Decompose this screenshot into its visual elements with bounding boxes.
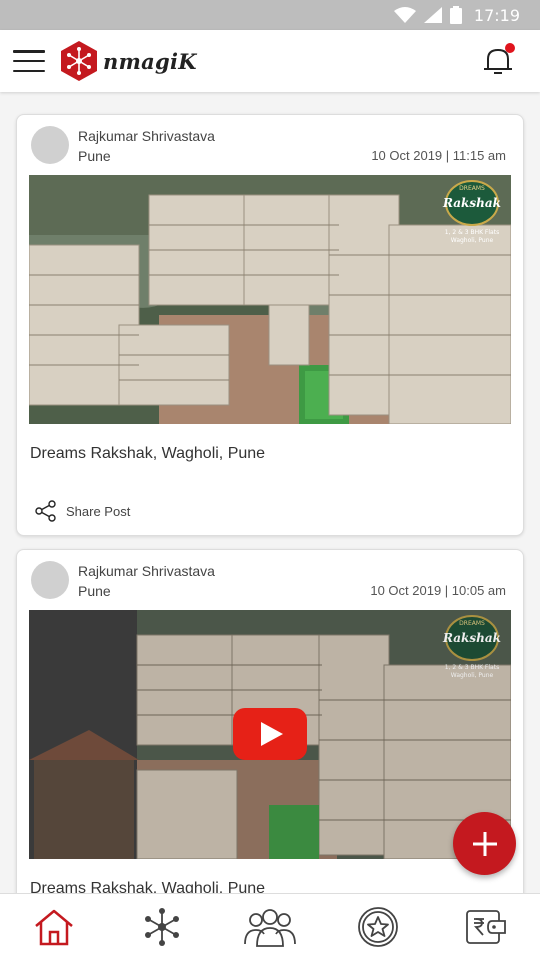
post-city: Pune [78,583,111,599]
post-video[interactable]: DREAMS Rakshak 1, 2 & 3 BHK Flats Waghol… [29,610,511,859]
home-icon [35,909,73,946]
logo-text: nmagiK [103,48,197,74]
add-post-button[interactable] [453,812,516,875]
rupee-wallet-icon [466,910,506,944]
share-post-label: Share Post [66,503,131,519]
share-icon [35,500,56,522]
plus-icon [472,831,497,856]
badge-top-text: DREAMS [459,620,485,627]
people-group-icon [244,909,296,947]
wifi-icon [393,7,416,23]
star-badge-icon [358,907,398,947]
hamburger-icon [13,50,45,53]
unread-dot [505,43,515,53]
post-feed[interactable]: Rajkumar Shrivastava Pune 10 Oct 2019 | … [0,92,540,893]
play-video-button[interactable] [233,708,307,760]
share-post-button[interactable]: Share Post [35,500,130,522]
nav-favorites[interactable] [348,897,408,957]
badge-top-text: DREAMS [459,185,485,192]
post-card[interactable]: Rajkumar Shrivastava Pune 10 Oct 2019 | … [16,549,524,893]
project-badge: DREAMS Rakshak 1, 2 & 3 BHK Flats Waghol… [442,615,501,679]
post-card[interactable]: Rajkumar Shrivastava Pune 10 Oct 2019 | … [16,114,524,536]
battery-icon [449,6,462,24]
nav-network[interactable] [132,897,192,957]
post-author[interactable]: Rajkumar Shrivastava [78,563,215,579]
badge-name-text: Rakshak [442,196,501,210]
avatar[interactable] [31,126,69,164]
signal-icon [423,7,442,23]
badge-flats-text: 1, 2 & 3 BHK Flats [445,664,499,671]
app-bar: nmagiK [0,30,540,92]
badge-flats-text: 1, 2 & 3 BHK Flats [445,229,499,236]
post-datetime: 10 Oct 2019 | 11:15 am [371,148,506,163]
badge-location-text: Wagholi, Pune [451,237,494,244]
nav-community[interactable] [240,897,300,957]
status-bar: 17:19 [0,0,540,30]
status-time: 17:19 [473,5,520,25]
post-author[interactable]: Rajkumar Shrivastava [78,128,215,144]
nav-home[interactable] [24,897,84,957]
menu-button[interactable] [13,50,45,72]
post-image[interactable]: DREAMS Rakshak 1, 2 & 3 BHK Flats Waghol… [29,175,511,424]
bottom-navigation [0,893,540,960]
status-icons [393,6,462,24]
network-icon [145,908,179,946]
post-caption: Dreams Rakshak, Wagholi, Pune [30,445,266,462]
project-badge: DREAMS Rakshak 1, 2 & 3 BHK Flats Waghol… [442,180,501,244]
badge-name-text: Rakshak [442,631,501,645]
post-caption: Dreams Rakshak, Wagholi, Pune [30,880,266,893]
notification-button[interactable] [480,43,516,79]
badge-location-text: Wagholi, Pune [451,672,494,679]
post-datetime: 10 Oct 2019 | 10:05 am [370,583,506,598]
avatar[interactable] [31,561,69,599]
logo-hexagon-icon [61,41,97,81]
nav-wallet[interactable] [456,897,516,957]
post-city: Pune [78,148,111,164]
app-logo[interactable]: nmagiK [59,40,197,82]
